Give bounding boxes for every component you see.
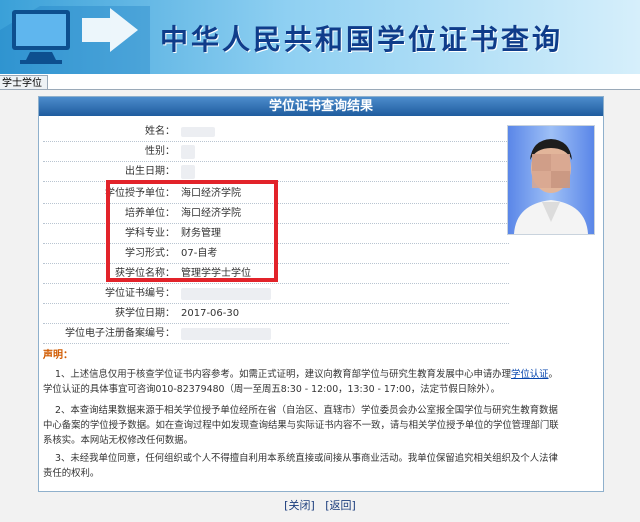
notice-title: 声明： bbox=[43, 350, 73, 361]
site-header: 中华人民共和国学位证书查询 bbox=[0, 0, 640, 74]
id-photo bbox=[507, 125, 595, 235]
row-divider bbox=[43, 323, 509, 324]
field-value: 2017-06-30 bbox=[181, 308, 240, 319]
site-title: 中华人民共和国学位证书查询 bbox=[160, 23, 564, 56]
blurred-value bbox=[181, 165, 195, 179]
row-divider bbox=[43, 283, 509, 284]
field-label: 学位电子注册备案编号： bbox=[65, 328, 175, 339]
notice-paragraph-1: 1、上述信息仅用于核查学位证书内容参考。如需正式证明，建议向教育部学位与研究生教… bbox=[43, 367, 563, 397]
notice-paragraph-3: 3、未经我单位同意，任何组织或个人不得擅自利用本系统直接或间接从事商业活动。我单… bbox=[43, 453, 558, 479]
computer-monitor-arrow-icon bbox=[0, 6, 150, 74]
field-label: 获学位日期： bbox=[115, 308, 175, 319]
notice-text: 。 bbox=[548, 369, 558, 380]
tab-bar: 学士学位 bbox=[0, 74, 640, 91]
row-divider bbox=[43, 141, 509, 142]
notice-paragraph-2: 2、本查询结果数据来源于相关学位授予单位经所在省（自治区、直辖市）学位委员会办公… bbox=[43, 405, 559, 446]
notice-text: 学位认证的具体事宜可咨询010-82379480（周一至周五8:30 - 12:… bbox=[43, 384, 500, 395]
card-title: 学位证书查询结果 bbox=[39, 97, 603, 116]
field-label: 学位证书编号： bbox=[105, 288, 175, 299]
blurred-value bbox=[181, 288, 271, 300]
back-button[interactable]: [返回] bbox=[325, 499, 356, 512]
footer-actions: [关闭] [返回] bbox=[0, 497, 640, 513]
blurred-value bbox=[181, 328, 271, 340]
row-divider bbox=[43, 161, 509, 162]
row-divider bbox=[43, 303, 509, 304]
blurred-value bbox=[181, 127, 215, 137]
highlight-box bbox=[106, 180, 278, 282]
notice-text: 1、上述信息仅用于核查学位证书内容参考。如需正式证明，建议向教育部学位与研究生教… bbox=[55, 369, 511, 380]
row-divider bbox=[43, 343, 509, 344]
blurred-value bbox=[181, 145, 195, 159]
degree-certification-link[interactable]: 学位认证 bbox=[511, 369, 549, 380]
portrait-image bbox=[508, 126, 594, 234]
close-button[interactable]: [关闭] bbox=[284, 499, 315, 512]
field-label: 出生日期： bbox=[125, 166, 175, 177]
result-card: 学位证书查询结果 姓名： 性别： 出生日期： 学位授予单位： 海口经济学院 培养… bbox=[38, 96, 604, 492]
field-label: 性别： bbox=[145, 146, 175, 157]
field-label: 姓名： bbox=[145, 126, 175, 137]
